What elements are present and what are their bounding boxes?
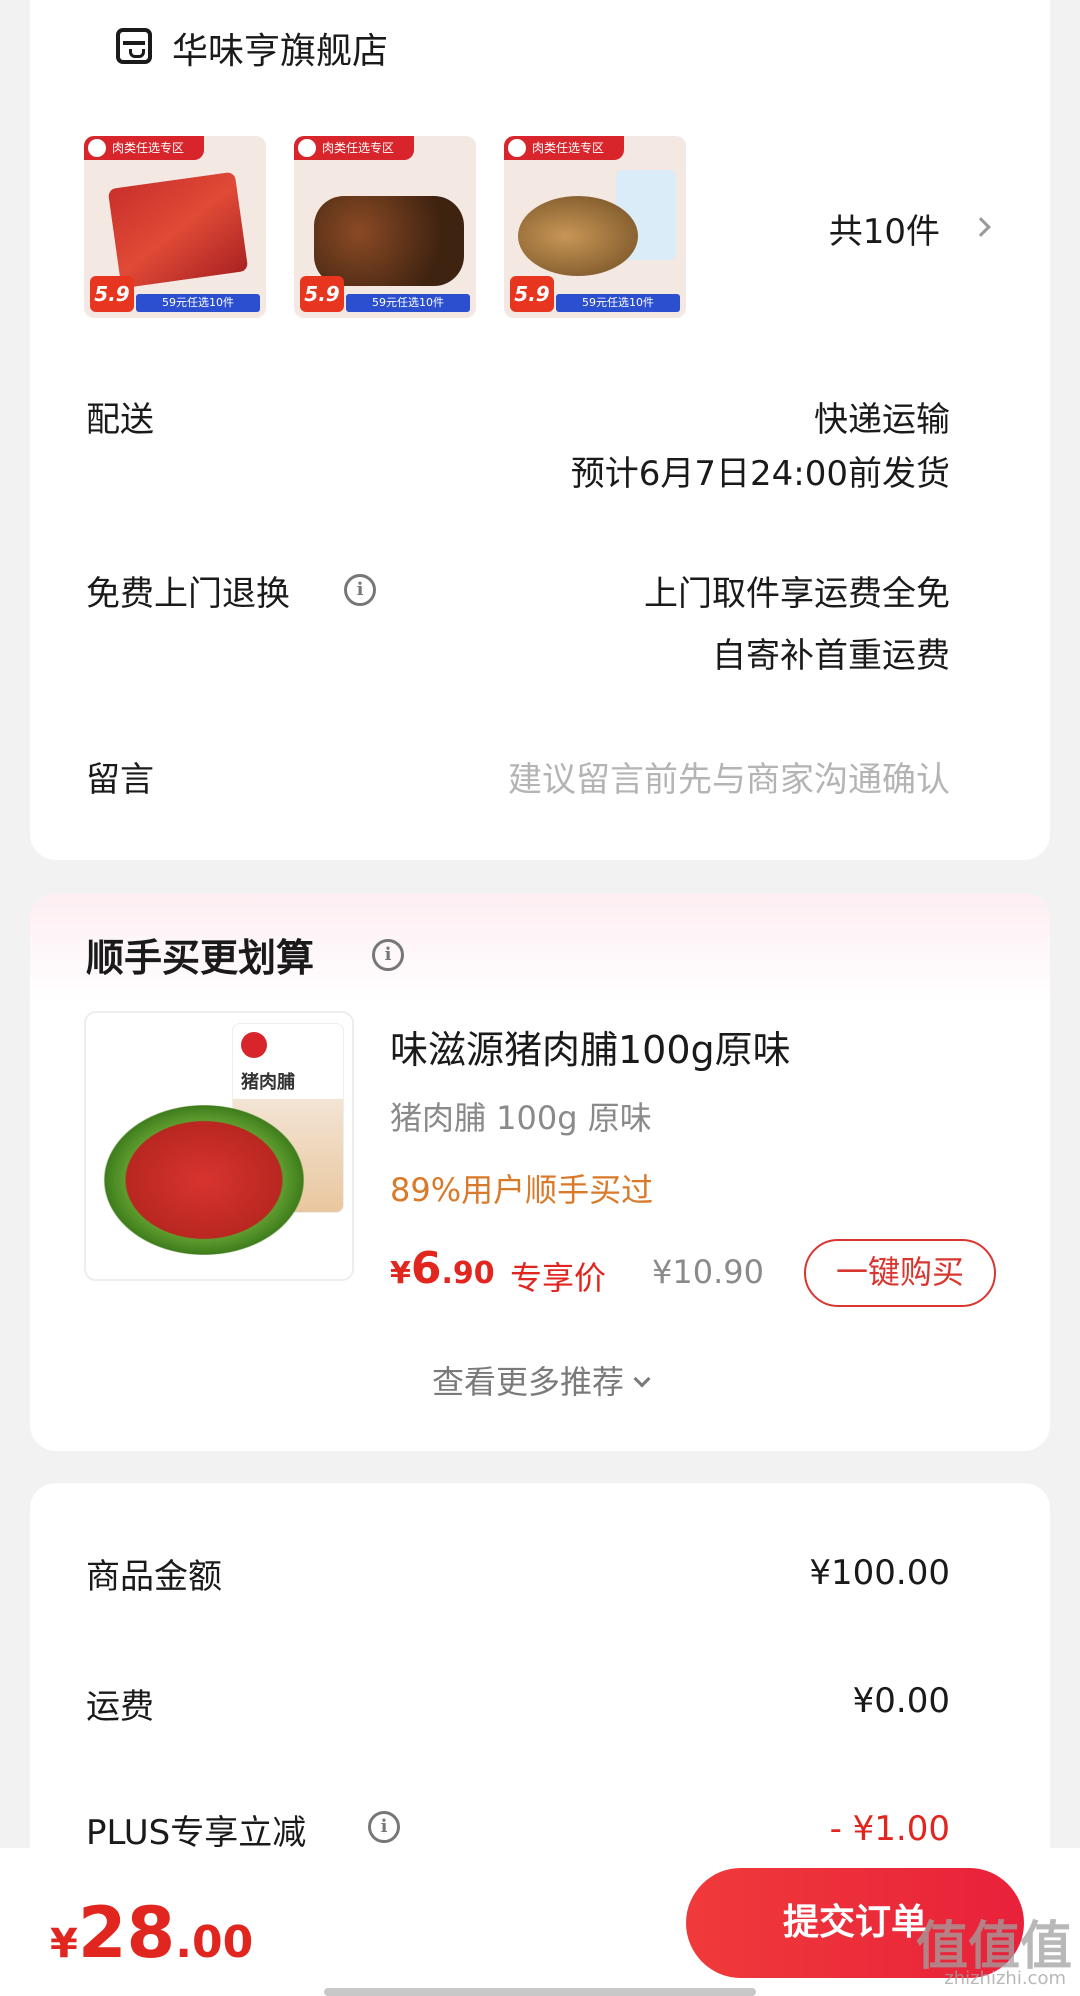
thumbnail-promo: 59元任选10件	[556, 294, 680, 312]
info-icon[interactable]: i	[372, 939, 404, 971]
recommended-product-spec: 猪肉脯 100g 原味	[390, 1099, 652, 1137]
product-image	[518, 196, 638, 276]
thumbnail-promo: 59元任选10件	[136, 294, 260, 312]
delivery-eta: 预计6月7日24:00前发货	[570, 454, 950, 494]
thumbnail-tag: 肉类任选专区	[84, 136, 204, 160]
one-click-buy-button[interactable]: 一键购买	[804, 1239, 996, 1307]
shipping-value: ¥0.00	[852, 1681, 950, 1721]
goods-amount-value: ¥100.00	[809, 1553, 950, 1593]
view-more-label: 查看更多推荐	[431, 1363, 624, 1401]
plus-discount-label: PLUS专享立减	[86, 1813, 307, 1853]
bought-together-stat: 89%用户顺手买过	[390, 1171, 654, 1209]
total-currency: ¥	[50, 1921, 78, 1967]
store-card: 华味亨旗舰店 肉类任选专区 5.9 59元任选10件 肉类任选专区 5.9 59…	[30, 0, 1050, 860]
product-thumbnail-3[interactable]: 肉类任选专区 5.9 59元任选10件	[504, 136, 686, 318]
bundle-recommendation-card: 顺手买更划算 i 猪肉脯 味滋源猪肉脯100g原味 猪肉脯 100g 原味 89…	[30, 893, 1050, 1451]
info-icon[interactable]: i	[344, 574, 376, 606]
total-integer: 28	[77, 1892, 176, 1974]
plus-discount-value: - ¥1.00	[829, 1809, 950, 1849]
thumbnail-price: 5.9	[90, 276, 134, 312]
recommended-product-image[interactable]: 猪肉脯	[84, 1011, 354, 1281]
home-indicator[interactable]	[324, 1988, 756, 1996]
price-currency: ¥	[390, 1256, 411, 1291]
recommended-product-title[interactable]: 味滋源猪肉脯100g原味	[390, 1019, 791, 1074]
watermark-site: zhizhizhi.com	[944, 1968, 1066, 1989]
thumbnail-tag: 肉类任选专区	[294, 136, 414, 160]
package-title: 猪肉脯	[241, 1072, 295, 1093]
returns-line-2: 自寄补首重运费	[712, 636, 950, 676]
store-icon	[116, 28, 152, 64]
product-thumbnail-2[interactable]: 肉类任选专区 5.9 59元任选10件	[294, 136, 476, 318]
note-input[interactable]: 建议留言前先与商家沟通确认	[508, 752, 950, 801]
note-label: 留言	[86, 760, 154, 800]
thumbnail-tag: 肉类任选专区	[504, 136, 624, 160]
chevron-right-icon[interactable]	[971, 217, 991, 237]
thumbnail-promo: 59元任选10件	[346, 294, 470, 312]
shipping-label: 运费	[86, 1687, 154, 1727]
brand-logo	[241, 1032, 267, 1058]
product-image	[314, 196, 464, 286]
returns-line-1: 上门取件享运费全免	[644, 574, 950, 614]
price-decimal: .90	[441, 1256, 495, 1291]
original-price: ¥10.90	[652, 1253, 764, 1291]
total-decimal: .00	[175, 1917, 254, 1968]
bundle-title: 顺手买更划算	[86, 936, 315, 980]
delivery-label: 配送	[86, 400, 154, 440]
product-thumbnail-1[interactable]: 肉类任选专区 5.9 59元任选10件	[84, 136, 266, 318]
exclusive-price-label: 专享价	[510, 1259, 607, 1297]
item-count[interactable]: 共10件	[829, 204, 940, 253]
store-name[interactable]: 华味亨旗舰店	[172, 22, 388, 74]
returns-label: 免费上门退换	[86, 574, 290, 614]
thumbnail-price: 5.9	[510, 276, 554, 312]
goods-amount-label: 商品金额	[86, 1557, 222, 1597]
exclusive-price: ¥6.90	[390, 1243, 495, 1294]
store-card-inner: 华味亨旗舰店 肉类任选专区 5.9 59元任选10件 肉类任选专区 5.9 59…	[30, 0, 1050, 890]
product-image	[107, 171, 249, 289]
chevron-down-icon	[633, 1370, 651, 1388]
price-integer: 6	[410, 1243, 442, 1294]
product-image	[104, 1105, 304, 1255]
total-price: ¥28.00	[50, 1892, 253, 1974]
delivery-method: 快递运输	[814, 400, 950, 440]
thumbnail-price: 5.9	[300, 276, 344, 312]
info-icon[interactable]: i	[368, 1811, 400, 1843]
view-more-recommendations[interactable]: 查看更多推荐	[30, 1357, 1050, 1403]
